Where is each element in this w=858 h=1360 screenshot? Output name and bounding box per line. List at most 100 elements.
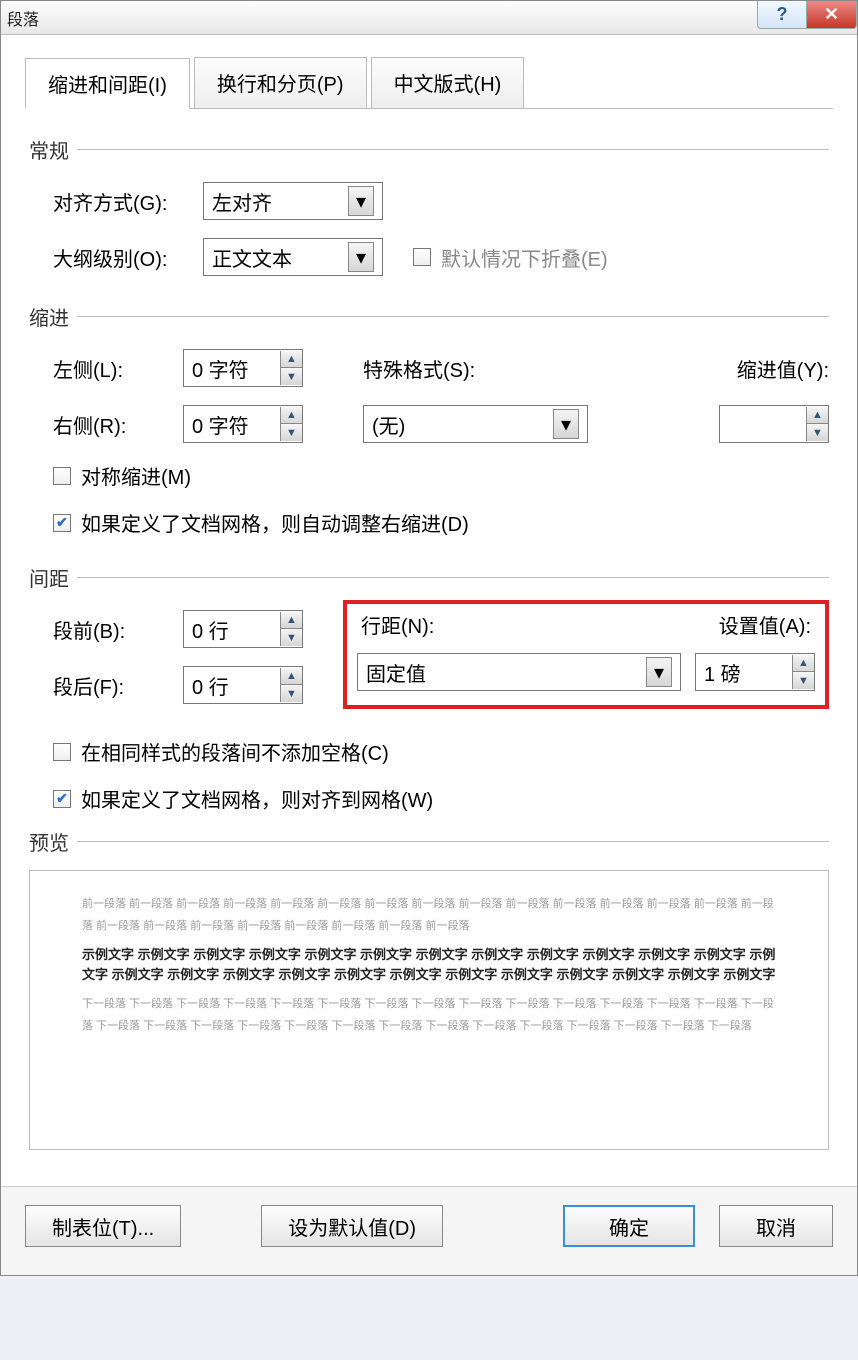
spinner-buttons: ▲▼ bbox=[280, 612, 302, 646]
outline-row: 大纲级别(O): 正文文本 ▾ 默认情况下折叠(E) bbox=[29, 238, 829, 276]
close-button[interactable]: ✕ bbox=[807, 1, 857, 29]
tab-label: 缩进和间距(I) bbox=[48, 75, 167, 97]
set-default-label: 设为默认值(D) bbox=[288, 1212, 416, 1241]
mirror-indent-label: 对称缩进(M) bbox=[81, 461, 191, 490]
special-format-value: (无) bbox=[372, 410, 405, 439]
spin-up-icon[interactable]: ▲ bbox=[806, 407, 828, 424]
space-after-spinner[interactable]: 0 行 ▲▼ bbox=[183, 666, 303, 704]
spacing-left-col: 段前(B): 0 行 ▲▼ 段后(F): 0 行 ▲▼ bbox=[29, 592, 303, 704]
auto-right-indent-label: 如果定义了文档网格，则自动调整右缩进(D) bbox=[81, 508, 469, 537]
tab-label: 换行和分页(P) bbox=[217, 74, 344, 96]
spin-down-icon[interactable]: ▼ bbox=[280, 685, 302, 702]
dialog-footer: 制表位(T)... 设为默认值(D) 确定 取消 bbox=[1, 1186, 857, 1275]
no-space-same-style-checkbox[interactable] bbox=[53, 743, 71, 761]
indent-row2: 右侧(R): 0 字符 ▲▼ (无) ▾ ▲▼ bbox=[29, 405, 829, 443]
left-indent-value: 0 字符 bbox=[192, 354, 249, 383]
dropdown-icon: ▾ bbox=[646, 657, 672, 687]
spin-down-icon[interactable]: ▼ bbox=[792, 672, 814, 689]
left-indent-label: 左侧(L): bbox=[53, 354, 183, 383]
outline-combo[interactable]: 正文文本 ▾ bbox=[203, 238, 383, 276]
right-indent-label: 右侧(R): bbox=[53, 410, 183, 439]
ok-button[interactable]: 确定 bbox=[563, 1205, 695, 1247]
no-space-same-style-label: 在相同样式的段落间不添加空格(C) bbox=[81, 737, 389, 766]
space-after-label: 段后(F): bbox=[53, 671, 183, 700]
preview-next-text: 下一段落 下一段落 下一段落 下一段落 下一段落 下一段落 下一段落 下一段落 … bbox=[82, 993, 776, 1037]
spin-up-icon[interactable]: ▲ bbox=[280, 407, 302, 424]
spin-down-icon[interactable]: ▼ bbox=[280, 629, 302, 646]
cancel-label: 取消 bbox=[756, 1212, 796, 1241]
space-before-spinner[interactable]: 0 行 ▲▼ bbox=[183, 610, 303, 648]
dropdown-icon: ▾ bbox=[348, 242, 374, 272]
collapse-row: 默认情况下折叠(E) bbox=[383, 243, 608, 272]
space-after-row: 段后(F): 0 行 ▲▼ bbox=[29, 666, 303, 704]
auto-right-indent-checkbox[interactable] bbox=[53, 514, 71, 532]
at-value-spinner[interactable]: 1 磅 ▲▼ bbox=[695, 653, 815, 691]
mirror-indent-row: 对称缩进(M) bbox=[29, 461, 829, 490]
line-spacing-controls: 固定值 ▾ 1 磅 ▲▼ bbox=[357, 653, 815, 691]
space-before-label: 段前(B): bbox=[53, 615, 183, 644]
tab-bar: 缩进和间距(I) 换行和分页(P) 中文版式(H) bbox=[25, 57, 833, 109]
space-before-value: 0 行 bbox=[192, 615, 229, 644]
collapse-checkbox[interactable] bbox=[413, 248, 431, 266]
indent-title: 缩进 bbox=[29, 302, 829, 331]
indent-by-spinner[interactable]: ▲▼ bbox=[719, 405, 829, 443]
spinner-buttons: ▲▼ bbox=[792, 655, 814, 689]
spin-down-icon[interactable]: ▼ bbox=[280, 424, 302, 441]
tab-line-page-breaks[interactable]: 换行和分页(P) bbox=[194, 57, 367, 108]
spin-up-icon[interactable]: ▲ bbox=[280, 612, 302, 629]
alignment-combo[interactable]: 左对齐 ▾ bbox=[203, 182, 383, 220]
left-indent-row: 左侧(L): 0 字符 ▲▼ bbox=[29, 349, 303, 387]
no-space-same-style-row: 在相同样式的段落间不添加空格(C) bbox=[29, 737, 829, 766]
spin-up-icon[interactable]: ▲ bbox=[792, 655, 814, 672]
titlebar: 段落 ? ✕ bbox=[1, 1, 857, 35]
spacing-container: 段前(B): 0 行 ▲▼ 段后(F): 0 行 ▲▼ bbox=[29, 592, 829, 719]
spin-down-icon[interactable]: ▼ bbox=[806, 424, 828, 441]
spinner-buttons: ▲▼ bbox=[280, 407, 302, 441]
spin-up-icon[interactable]: ▲ bbox=[280, 351, 302, 368]
set-default-button[interactable]: 设为默认值(D) bbox=[261, 1205, 443, 1247]
left-indent-spinner[interactable]: 0 字符 ▲▼ bbox=[183, 349, 303, 387]
right-indent-spinner[interactable]: 0 字符 ▲▼ bbox=[183, 405, 303, 443]
line-spacing-labels: 行距(N): 设置值(A): bbox=[357, 610, 815, 639]
at-value-label: 设置值(A): bbox=[719, 610, 811, 639]
indent-row1: 左侧(L): 0 字符 ▲▼ 特殊格式(S): 缩进值(Y): bbox=[29, 349, 829, 387]
dropdown-icon: ▾ bbox=[553, 409, 579, 439]
special-format-combo[interactable]: (无) ▾ bbox=[363, 405, 588, 443]
paragraph-dialog: 段落 ? ✕ 缩进和间距(I) 换行和分页(P) 中文版式(H) 常规 对齐方式… bbox=[0, 0, 858, 1276]
alignment-row: 对齐方式(G): 左对齐 ▾ bbox=[29, 182, 829, 220]
preview-title: 预览 bbox=[29, 827, 829, 856]
tab-body: 常规 对齐方式(G): 左对齐 ▾ 大纲级别(O): 正文文本 ▾ bbox=[25, 109, 833, 1150]
dialog-content: 缩进和间距(I) 换行和分页(P) 中文版式(H) 常规 对齐方式(G): 左对… bbox=[1, 35, 857, 1186]
window-title: 段落 bbox=[7, 6, 39, 30]
preview-box: 前一段落 前一段落 前一段落 前一段落 前一段落 前一段落 前一段落 前一段落 … bbox=[29, 870, 829, 1150]
right-indent-value: 0 字符 bbox=[192, 410, 249, 439]
preview-sample-text: 示例文字 示例文字 示例文字 示例文字 示例文字 示例文字 示例文字 示例文字 … bbox=[82, 945, 776, 985]
preview-group: 预览 前一段落 前一段落 前一段落 前一段落 前一段落 前一段落 前一段落 前一… bbox=[29, 827, 829, 1150]
help-button[interactable]: ? bbox=[757, 1, 807, 29]
tab-label: 中文版式(H) bbox=[394, 74, 502, 96]
tabs-button[interactable]: 制表位(T)... bbox=[25, 1205, 181, 1247]
line-spacing-label: 行距(N): bbox=[361, 610, 434, 639]
snap-grid-checkbox[interactable] bbox=[53, 790, 71, 808]
line-spacing-value: 固定值 bbox=[366, 658, 426, 687]
at-value: 1 磅 bbox=[704, 658, 741, 687]
dropdown-icon: ▾ bbox=[348, 186, 374, 216]
auto-right-indent-row: 如果定义了文档网格，则自动调整右缩进(D) bbox=[29, 508, 829, 537]
spin-down-icon[interactable]: ▼ bbox=[280, 368, 302, 385]
outline-value: 正文文本 bbox=[212, 243, 292, 272]
general-group: 常规 对齐方式(G): 左对齐 ▾ 大纲级别(O): 正文文本 ▾ bbox=[29, 135, 829, 276]
tab-asian-typography[interactable]: 中文版式(H) bbox=[371, 57, 525, 108]
mirror-indent-checkbox[interactable] bbox=[53, 467, 71, 485]
window-controls: ? ✕ bbox=[757, 1, 857, 29]
general-title: 常规 bbox=[29, 135, 829, 164]
spin-up-icon[interactable]: ▲ bbox=[280, 668, 302, 685]
ok-label: 确定 bbox=[609, 1212, 649, 1241]
line-spacing-combo[interactable]: 固定值 ▾ bbox=[357, 653, 681, 691]
space-before-row: 段前(B): 0 行 ▲▼ bbox=[29, 610, 303, 648]
cancel-button[interactable]: 取消 bbox=[719, 1205, 833, 1247]
line-spacing-highlight: 行距(N): 设置值(A): 固定值 ▾ 1 磅 ▲▼ bbox=[343, 600, 829, 709]
spacing-group: 间距 段前(B): 0 行 ▲▼ 段后(F): bbox=[29, 563, 829, 813]
preview-prev-text: 前一段落 前一段落 前一段落 前一段落 前一段落 前一段落 前一段落 前一段落 … bbox=[82, 893, 776, 937]
tab-indent-spacing[interactable]: 缩进和间距(I) bbox=[25, 58, 190, 109]
indent-by-label: 缩进值(Y): bbox=[737, 354, 829, 383]
